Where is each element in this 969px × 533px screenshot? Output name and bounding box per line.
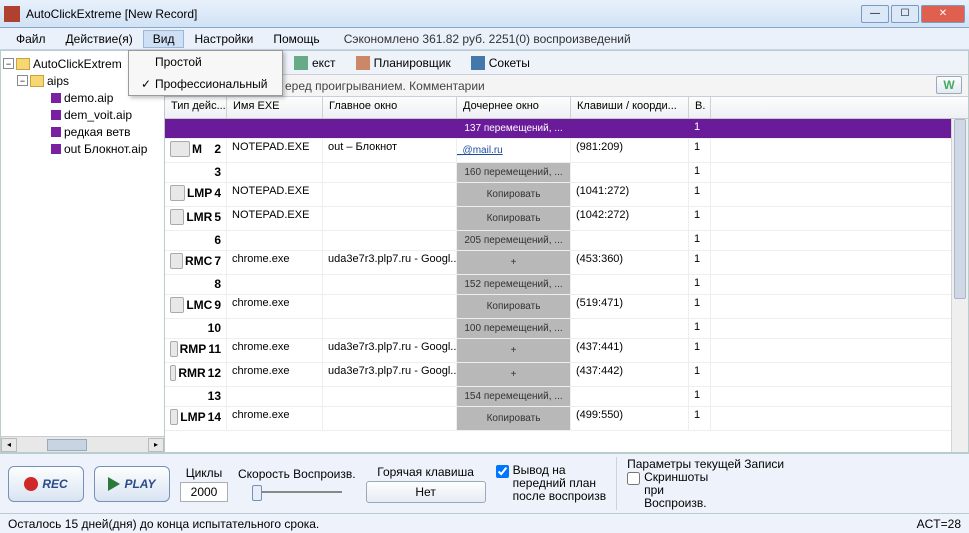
- file-icon: [51, 110, 61, 120]
- action-icon: [170, 141, 190, 157]
- table-row[interactable]: 6205 перемещений, ...1: [165, 231, 968, 251]
- foreground-check: Вывод напередний планпосле воспроизв: [496, 464, 607, 503]
- saved-label: Сэкономлено 361.82 руб. 2251(0) воспроиз…: [344, 32, 631, 46]
- hotkey-label: Горячая клавиша: [377, 465, 474, 479]
- play-button[interactable]: PLAY: [94, 466, 170, 502]
- menubar: Файл Действие(я) Вид Настройки Помощь Сэ…: [0, 28, 969, 50]
- minimize-button[interactable]: —: [861, 5, 889, 23]
- action-icon: [170, 409, 178, 425]
- main-panel: екст Планировщик Сокеты еред проигрывани…: [165, 50, 969, 453]
- file-icon: [51, 127, 61, 137]
- scroll-thumb[interactable]: [47, 439, 87, 451]
- action-icon: [170, 185, 185, 201]
- screenshots-check: СкриншотыприВоспроизв.: [627, 471, 784, 510]
- table-row[interactable]: RMC7chrome.exeuda3e7r3.plp7.ru - Googl..…: [165, 251, 968, 275]
- calendar-icon: [356, 56, 370, 70]
- table-row[interactable]: 137 перемещений, ...1: [165, 119, 968, 139]
- titlebar: AutoClickExtreme [New Record] — ☐ ✕: [0, 0, 969, 28]
- cycles-input[interactable]: [180, 482, 228, 502]
- cycles-group: Циклы: [180, 466, 228, 502]
- action-icon: [170, 365, 176, 381]
- file-icon: [51, 144, 61, 154]
- table-row[interactable]: LMC9chrome.exeКопировать(519:471)1: [165, 295, 968, 319]
- view-dropdown: Простой ✓Профессиональный: [128, 50, 283, 96]
- comment-bar: еред проигрыванием. Комментарии W: [165, 75, 968, 97]
- menu-file[interactable]: Файл: [6, 30, 56, 48]
- record-button[interactable]: REC: [8, 466, 84, 502]
- tab-text[interactable]: екст: [285, 53, 345, 73]
- hotkey-button[interactable]: Нет: [366, 481, 486, 503]
- tab-toolbar: екст Планировщик Сокеты: [165, 51, 968, 75]
- table-row[interactable]: 8152 перемещений, ...1: [165, 275, 968, 295]
- bottom-panel: REC PLAY Циклы Скорость Воспроизв. Горяч…: [0, 453, 969, 513]
- action-icon: [170, 253, 183, 269]
- record-icon: [24, 477, 38, 491]
- status-right: ACT=28: [917, 517, 961, 531]
- file-icon: [51, 93, 61, 103]
- params-title: Параметры текущей Записи: [627, 457, 784, 471]
- tab-sockets[interactable]: Сокеты: [462, 53, 539, 73]
- tab-scheduler[interactable]: Планировщик: [347, 53, 460, 73]
- tree-file[interactable]: out Блокнот.aip: [3, 140, 162, 157]
- col-mainwin[interactable]: Главное окно: [323, 97, 457, 118]
- col-childwin[interactable]: Дочернее окно: [457, 97, 571, 118]
- col-v[interactable]: В.: [689, 97, 711, 118]
- vscroll-thumb[interactable]: [954, 119, 966, 299]
- speed-label: Скорость Воспроизв.: [238, 467, 356, 481]
- actions-grid: Тип дейс... Имя EXE Главное окно Дочерне…: [165, 97, 968, 452]
- maximize-button[interactable]: ☐: [891, 5, 919, 23]
- col-exe[interactable]: Имя EXE: [227, 97, 323, 118]
- menu-view[interactable]: Вид: [143, 30, 185, 48]
- table-row[interactable]: LMP14chrome.exeКопировать(499:550)1: [165, 407, 968, 431]
- table-row[interactable]: 3160 перемещений, ...1: [165, 163, 968, 183]
- table-row[interactable]: LMR5NOTEPAD.EXEКопировать(1042:272)1: [165, 207, 968, 231]
- app-icon: [4, 6, 20, 22]
- menu-actions[interactable]: Действие(я): [56, 30, 143, 48]
- go-button[interactable]: W: [936, 76, 962, 94]
- window-title: AutoClickExtreme [New Record]: [26, 7, 861, 21]
- view-simple[interactable]: Простой: [129, 51, 282, 73]
- socket-icon: [471, 56, 485, 70]
- speed-slider[interactable]: [252, 483, 342, 501]
- action-icon: [170, 297, 184, 313]
- hotkey-group: Горячая клавиша Нет: [366, 465, 486, 503]
- speed-group: Скорость Воспроизв.: [238, 467, 356, 501]
- col-keys[interactable]: Клавиши / коорди...: [571, 97, 689, 118]
- table-row[interactable]: 13154 перемещений, ...1: [165, 387, 968, 407]
- table-row[interactable]: RMP11chrome.exeuda3e7r3.plp7.ru - Googl.…: [165, 339, 968, 363]
- col-type[interactable]: Тип дейс...: [165, 97, 227, 118]
- menu-settings[interactable]: Настройки: [184, 30, 263, 48]
- status-left: Осталось 15 дней(дня) до конца испытател…: [8, 517, 319, 531]
- foreground-checkbox[interactable]: [496, 465, 509, 478]
- text-icon: [294, 56, 308, 70]
- grid-vscroll[interactable]: [951, 119, 968, 452]
- tree-panel: −AutoClickExtrem −aips demo.aipdem_voit.…: [0, 50, 165, 453]
- comment-text: еред проигрыванием. Комментарии: [285, 79, 485, 93]
- menu-help[interactable]: Помощь: [263, 30, 329, 48]
- close-button[interactable]: ✕: [921, 5, 965, 23]
- screenshots-checkbox[interactable]: [627, 472, 640, 485]
- table-row[interactable]: 10100 перемещений, ...1: [165, 319, 968, 339]
- grid-header: Тип дейс... Имя EXE Главное окно Дочерне…: [165, 97, 968, 119]
- cycles-label: Циклы: [186, 466, 223, 480]
- table-row[interactable]: RMR12chrome.exeuda3e7r3.plp7.ru - Googl.…: [165, 363, 968, 387]
- tree-file[interactable]: dem_voit.aip: [3, 106, 162, 123]
- action-icon: [170, 209, 184, 225]
- record-params: Параметры текущей Записи СкриншотыприВос…: [616, 457, 784, 510]
- scroll-left-icon[interactable]: ◂: [1, 438, 17, 452]
- table-row[interactable]: LMP4NOTEPAD.EXEКопировать(1041:272)1: [165, 183, 968, 207]
- statusbar: Осталось 15 дней(дня) до конца испытател…: [0, 513, 969, 533]
- play-icon: [108, 477, 120, 491]
- tree-file[interactable]: редкая ветв: [3, 123, 162, 140]
- scroll-right-icon[interactable]: ▸: [148, 438, 164, 452]
- table-row[interactable]: M2NOTEPAD.EXEout – Блокнот_@mail.ru(981:…: [165, 139, 968, 163]
- tree-hscroll[interactable]: ◂ ▸: [1, 436, 164, 452]
- action-icon: [170, 341, 178, 357]
- view-professional[interactable]: ✓Профессиональный: [129, 73, 282, 95]
